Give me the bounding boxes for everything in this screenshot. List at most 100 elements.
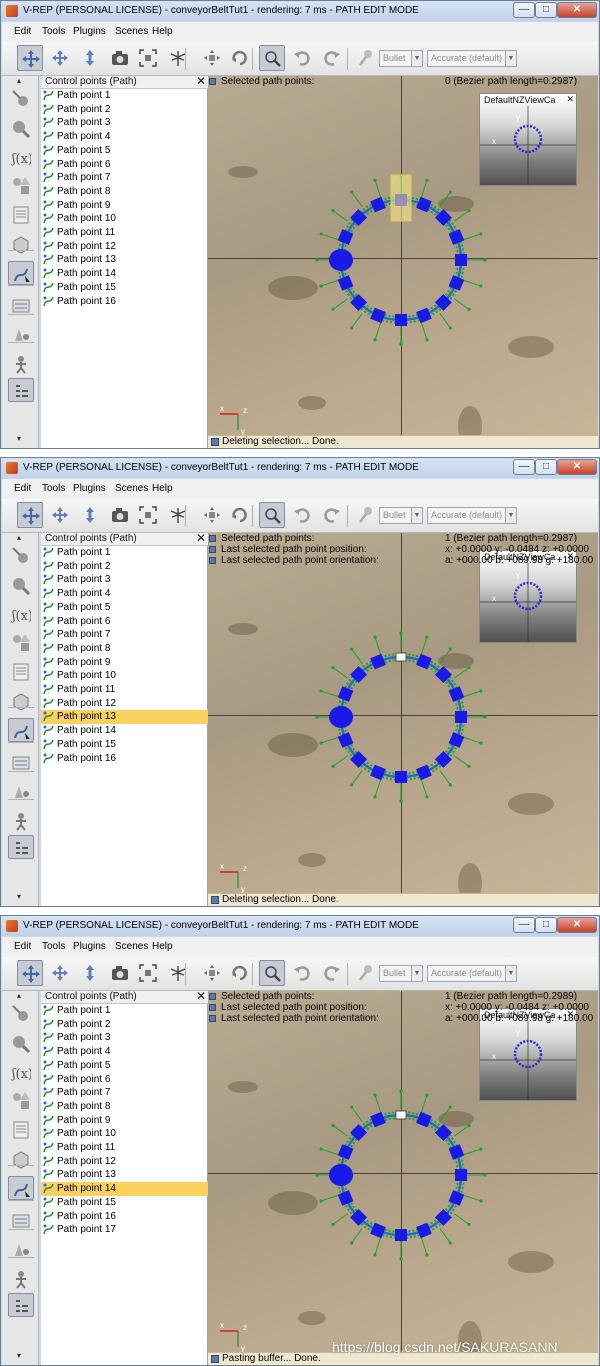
shift-view-button[interactable] [77, 502, 103, 528]
chevron-down-icon[interactable]: ▼ [505, 50, 517, 67]
scroll-down-icon[interactable]: ▾ [17, 434, 21, 443]
path-point-row[interactable]: Path point 5 [41, 144, 208, 158]
path-point-row[interactable]: Path point 8 [41, 642, 208, 656]
script-button[interactable]: ʃ(x) [8, 1060, 34, 1084]
menu-scenes[interactable]: Scenes [115, 483, 148, 494]
fit-view-button[interactable] [135, 960, 161, 986]
assemble-button[interactable] [353, 502, 379, 528]
user-settings-button[interactable] [8, 1266, 34, 1290]
path-point-row[interactable]: Path point 10 [41, 1127, 208, 1141]
path-point-row[interactable]: Path point 6 [41, 615, 208, 629]
path-point-row[interactable]: Path point 15 [41, 281, 208, 295]
menu-help[interactable]: Help [152, 483, 173, 494]
chevron-down-icon[interactable]: ▼ [505, 965, 517, 982]
accuracy-select[interactable]: Accurate (default) [427, 50, 517, 67]
path-point-row[interactable]: Path point 16 [41, 752, 208, 766]
path-point-row[interactable]: Path point 7 [41, 171, 208, 185]
object-rotate-button[interactable] [227, 45, 253, 71]
camera-button[interactable] [107, 502, 133, 528]
move-view-button[interactable] [17, 45, 43, 71]
scroll-up-icon[interactable]: ▴ [17, 991, 21, 1000]
chevron-down-icon[interactable]: ▼ [411, 50, 423, 67]
rotate-view-button[interactable] [47, 45, 73, 71]
path-point-row[interactable]: Path point 8 [41, 185, 208, 199]
selection-button[interactable] [8, 1031, 34, 1055]
path-point-row[interactable]: Path point 14 [41, 724, 208, 738]
close-icon[interactable]: ✕ [566, 94, 574, 105]
hierarchy-button[interactable] [8, 378, 34, 402]
move-view-button[interactable] [17, 960, 43, 986]
status-toggle-icon[interactable] [211, 896, 219, 904]
object-shift-button[interactable] [199, 960, 225, 986]
path-point-row[interactable]: Path point 7 [41, 628, 208, 642]
panel-toggle-icon[interactable] [209, 1015, 216, 1022]
path-point-row[interactable]: Path point 6 [41, 158, 208, 172]
menu-scenes[interactable]: Scenes [115, 26, 148, 37]
assemble-button[interactable] [353, 960, 379, 986]
click-select-button[interactable] [259, 502, 285, 528]
path-point-row[interactable]: Path point 7 [41, 1086, 208, 1100]
scene-view[interactable]: DefaultNZViewCa ✕ x y Selected path points: 1… [208, 991, 598, 1365]
close-button[interactable]: ✕ [557, 2, 597, 18]
object-shift-button[interactable] [199, 502, 225, 528]
minimize-button[interactable]: — [513, 2, 535, 18]
script-button[interactable]: ʃ(x) [8, 602, 34, 626]
path-point-row[interactable]: Path point 11 [41, 683, 208, 697]
path-edit-button[interactable] [8, 1176, 34, 1200]
undo-button[interactable] [289, 502, 315, 528]
path-point-row[interactable]: Path point 12 [41, 240, 208, 254]
path-point-row[interactable]: Path point 9 [41, 1114, 208, 1128]
dragonfly-button[interactable] [165, 45, 191, 71]
path-point-row[interactable]: Path point 14 [41, 267, 208, 281]
path-point-row[interactable]: Path point 4 [41, 587, 208, 601]
script-button[interactable]: ʃ(x) [8, 145, 34, 169]
path-point-row[interactable]: Path point 8 [41, 1100, 208, 1114]
shapes-button[interactable] [8, 630, 34, 654]
dragonfly-button[interactable] [165, 960, 191, 986]
scroll-down-icon[interactable]: ▾ [17, 1351, 21, 1360]
page-button[interactable] [8, 202, 34, 226]
panel-toggle-icon[interactable] [209, 546, 216, 553]
menu-plugins[interactable]: Plugins [73, 941, 106, 952]
panel-toggle-icon[interactable] [209, 1004, 216, 1011]
dragonfly-button[interactable] [165, 502, 191, 528]
menu-tools[interactable]: Tools [42, 941, 65, 952]
shift-view-button[interactable] [77, 45, 103, 71]
accuracy-select[interactable]: Accurate (default) [427, 507, 517, 524]
fit-view-button[interactable] [135, 45, 161, 71]
page-button[interactable] [8, 1117, 34, 1141]
scene-view[interactable]: DefaultNZViewCa ✕ x y Selected path points: 1… [208, 533, 598, 906]
path-point-row[interactable]: Path point 15 [41, 1196, 208, 1210]
selection-button[interactable] [8, 116, 34, 140]
status-toggle-icon[interactable] [211, 1355, 219, 1363]
shapes-button[interactable] [8, 173, 34, 197]
path-point-row[interactable]: Path point 11 [41, 226, 208, 240]
path-point-row[interactable]: Path point 5 [41, 601, 208, 615]
model-browser-button[interactable] [8, 688, 34, 712]
redo-button[interactable] [319, 45, 345, 71]
chevron-down-icon[interactable]: ▼ [411, 507, 423, 524]
menu-edit[interactable]: Edit [14, 26, 31, 37]
camera-button[interactable] [107, 45, 133, 71]
hierarchy-button[interactable] [8, 1293, 34, 1317]
path-point-row[interactable]: Path point 13 [41, 710, 208, 725]
panel-toggle-icon[interactable] [209, 535, 216, 542]
path-point-row[interactable]: Path point 4 [41, 1045, 208, 1059]
close-button[interactable]: ✕ [557, 459, 597, 475]
camera-button[interactable] [107, 960, 133, 986]
rotate-view-button[interactable] [47, 960, 73, 986]
path-point-row[interactable]: Path point 13 [41, 253, 208, 267]
model-browser-button[interactable] [8, 1146, 34, 1170]
object-rotate-button[interactable] [227, 960, 253, 986]
path-point-row[interactable]: Path point 1 [41, 546, 208, 560]
click-select-button[interactable] [259, 960, 285, 986]
scroll-up-icon[interactable]: ▴ [17, 76, 21, 85]
path-point-row[interactable]: Path point 9 [41, 199, 208, 213]
minimize-button[interactable]: — [513, 917, 535, 933]
path-point-row[interactable]: Path point 12 [41, 1155, 208, 1169]
scroll-up-icon[interactable]: ▴ [17, 533, 21, 542]
rotate-view-button[interactable] [47, 502, 73, 528]
simulation-settings-button[interactable] [8, 1001, 34, 1025]
path-point-row[interactable]: Path point 15 [41, 738, 208, 752]
object-shift-button[interactable] [199, 45, 225, 71]
